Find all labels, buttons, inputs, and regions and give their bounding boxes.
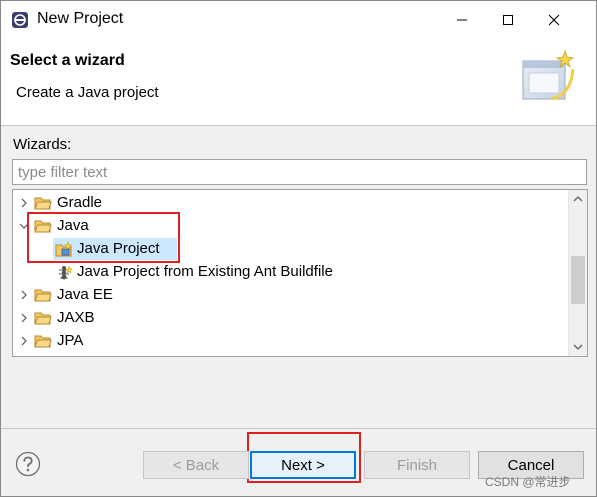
- tree-item-java-project-ant[interactable]: Java Project from Existing Ant Buildfile: [13, 261, 565, 283]
- next-button[interactable]: Next >: [250, 451, 356, 479]
- java-project-icon: [55, 241, 73, 257]
- new-project-dialog: New Project Select a wizard Create a Jav…: [0, 0, 597, 497]
- tree-item-label: Java Project from Existing Ant Buildfile: [77, 263, 333, 280]
- tree-item-label: JPA: [57, 332, 84, 349]
- folder-icon: [34, 335, 52, 348]
- tree-item-java-ee[interactable]: Java EE: [13, 284, 565, 306]
- tree-item-jpa[interactable]: JPA: [13, 330, 565, 352]
- tree-item-java[interactable]: Java: [13, 215, 565, 237]
- tree-item-jaxb[interactable]: JAXB: [13, 307, 565, 329]
- wizard-header: Select a wizard Create a Java project: [1, 39, 596, 126]
- window-title: New Project: [37, 10, 124, 27]
- wizard-filter-input[interactable]: [12, 159, 587, 185]
- tree-item-label: Java Project: [77, 240, 160, 257]
- tree-item-java-project[interactable]: Java Project: [13, 238, 565, 260]
- finish-button[interactable]: Finish: [364, 451, 470, 479]
- maximize-icon: [503, 15, 513, 25]
- footer-separator: [1, 428, 596, 429]
- watermark: CSDN @常进步: [485, 475, 571, 489]
- tree-scrollbar[interactable]: [568, 190, 587, 356]
- title-bar: New Project: [1, 1, 596, 39]
- maximize-button[interactable]: [485, 1, 531, 39]
- tree-item-label: JAXB: [57, 309, 95, 326]
- folder-icon: [34, 197, 52, 210]
- back-button[interactable]: < Back: [143, 451, 249, 479]
- close-icon: [548, 14, 560, 26]
- tree-item-label: Java EE: [57, 286, 113, 303]
- minimize-button[interactable]: [439, 1, 485, 39]
- tree-item-label: Gradle: [57, 194, 103, 211]
- minimize-icon: [457, 19, 467, 21]
- wizard-title: Select a wizard: [10, 52, 125, 69]
- tree-item-label: Java: [57, 217, 89, 234]
- close-button[interactable]: [531, 1, 577, 39]
- chevron-down-icon[interactable]: [18, 218, 30, 234]
- scroll-up-arrow-icon[interactable]: [569, 190, 587, 208]
- tree-item-gradle[interactable]: Gradle: [13, 192, 565, 214]
- help-icon[interactable]: [15, 451, 41, 477]
- scrollbar-thumb[interactable]: [571, 256, 585, 304]
- chevron-right-icon[interactable]: [18, 333, 30, 349]
- chevron-right-icon[interactable]: [18, 310, 30, 326]
- new-wizard-banner-icon: [522, 49, 575, 101]
- folder-icon: [34, 289, 52, 302]
- scroll-down-arrow-icon[interactable]: [569, 338, 587, 356]
- folder-icon: [34, 312, 52, 325]
- folder-open-icon: [34, 220, 52, 233]
- wizard-description: Create a Java project: [16, 84, 159, 101]
- wizards-label: Wizards:: [13, 136, 72, 153]
- wizard-tree[interactable]: Gradle Java Java Project Java Project fr…: [12, 189, 588, 357]
- chevron-right-icon[interactable]: [18, 287, 30, 303]
- chevron-right-icon[interactable]: [18, 195, 30, 211]
- eclipse-app-icon: [12, 12, 28, 28]
- ant-icon: [59, 265, 74, 280]
